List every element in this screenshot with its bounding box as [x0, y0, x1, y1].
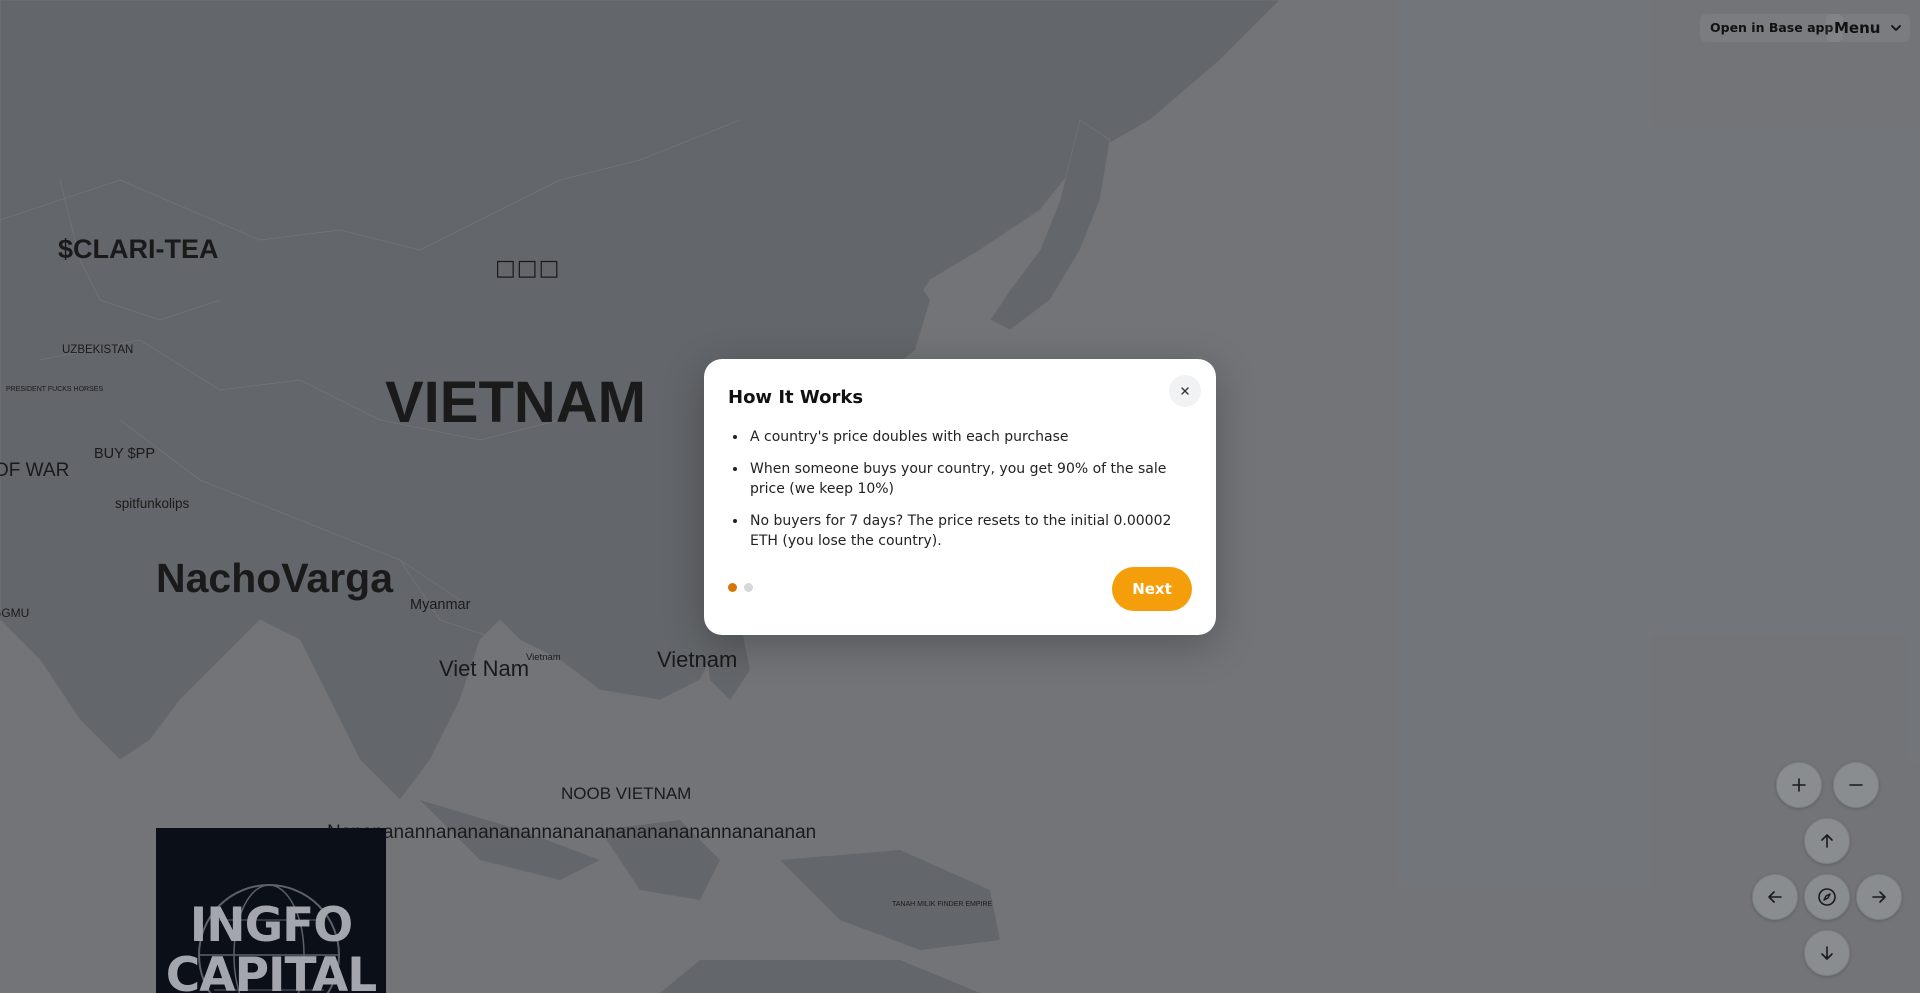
close-button[interactable]: [1169, 375, 1201, 407]
zoom-out-button[interactable]: [1833, 762, 1879, 808]
step-indicator: [728, 583, 753, 592]
promo-line-2: CAPITAL: [165, 948, 378, 993]
open-in-base-app-button[interactable]: Open in Base app: [1700, 14, 1844, 42]
arrow-up-icon: [1821, 834, 1833, 848]
pan-down-button[interactable]: [1804, 930, 1850, 976]
map-label-myanmar[interactable]: Myanmar: [410, 598, 470, 613]
how-it-works-list: A country's price doubles with each purc…: [748, 427, 1200, 563]
list-item: When someone buys your country, you get …: [748, 459, 1200, 499]
pan-up-button[interactable]: [1804, 818, 1850, 864]
list-item: No buyers for 7 days? The price resets t…: [748, 511, 1200, 551]
list-item: A country's price doubles with each purc…: [748, 427, 1200, 447]
map-label-uzbekistan[interactable]: UZBEKISTAN: [62, 344, 133, 357]
map-label-president[interactable]: PRESIDENT FUCKS HORSES: [6, 386, 103, 393]
arrow-left-icon: [1768, 891, 1782, 903]
map-label-viet-nam[interactable]: Viet Nam: [439, 658, 529, 680]
map-label-vietnam-big[interactable]: VIETNAM: [385, 374, 646, 432]
map-label-spitfunkolips[interactable]: spitfunkolips: [115, 497, 189, 511]
how-it-works-modal: How It Works A country's price doubles w…: [704, 359, 1216, 635]
next-button[interactable]: Next: [1112, 567, 1192, 611]
map-label-vietnam-small[interactable]: Vietnam: [526, 653, 561, 663]
map-label-korean-tag[interactable]: □□□: [495, 258, 560, 280]
menu-label: Menu: [1834, 19, 1881, 37]
chevron-down-icon: [1891, 25, 1902, 31]
menu-button[interactable]: Menu: [1826, 14, 1911, 42]
minus-icon: [1849, 784, 1863, 786]
map-label-noob-vietnam[interactable]: NOOB VIETNAM: [561, 785, 691, 802]
compass-icon: [1818, 888, 1836, 906]
map-label-clari-tea[interactable]: $CLARI-TEA: [58, 236, 219, 263]
close-icon: [1181, 387, 1189, 395]
map-label-nachovarga[interactable]: NachoVarga: [156, 558, 393, 599]
map-label-vietnam-mid[interactable]: Vietnam: [657, 649, 737, 671]
promo-line-1: INGFO: [189, 898, 353, 953]
zoom-in-button[interactable]: [1776, 762, 1822, 808]
map-label-of-war[interactable]: OF WAR: [0, 461, 69, 480]
pan-left-button[interactable]: [1752, 874, 1798, 920]
promo-image[interactable]: INGFO CAPITAL: [156, 828, 386, 993]
pan-right-button[interactable]: [1856, 874, 1902, 920]
recenter-button[interactable]: [1804, 874, 1850, 920]
map-label-tanah[interactable]: TANAH MILIK FINDER EMPIRE: [892, 901, 992, 908]
arrow-right-icon: [1872, 891, 1886, 903]
map-label-buy-pp[interactable]: BUY $PP: [94, 447, 155, 462]
map-label-nanana[interactable]: Nanananannananananannanananananananannan…: [327, 823, 816, 842]
map-label-ggmu[interactable]: GGMU: [0, 607, 29, 619]
step-dot-1[interactable]: [728, 583, 737, 592]
modal-title: How It Works: [728, 387, 864, 408]
plus-icon: [1792, 778, 1806, 792]
step-dot-2[interactable]: [744, 583, 753, 592]
arrow-down-icon: [1821, 946, 1833, 960]
